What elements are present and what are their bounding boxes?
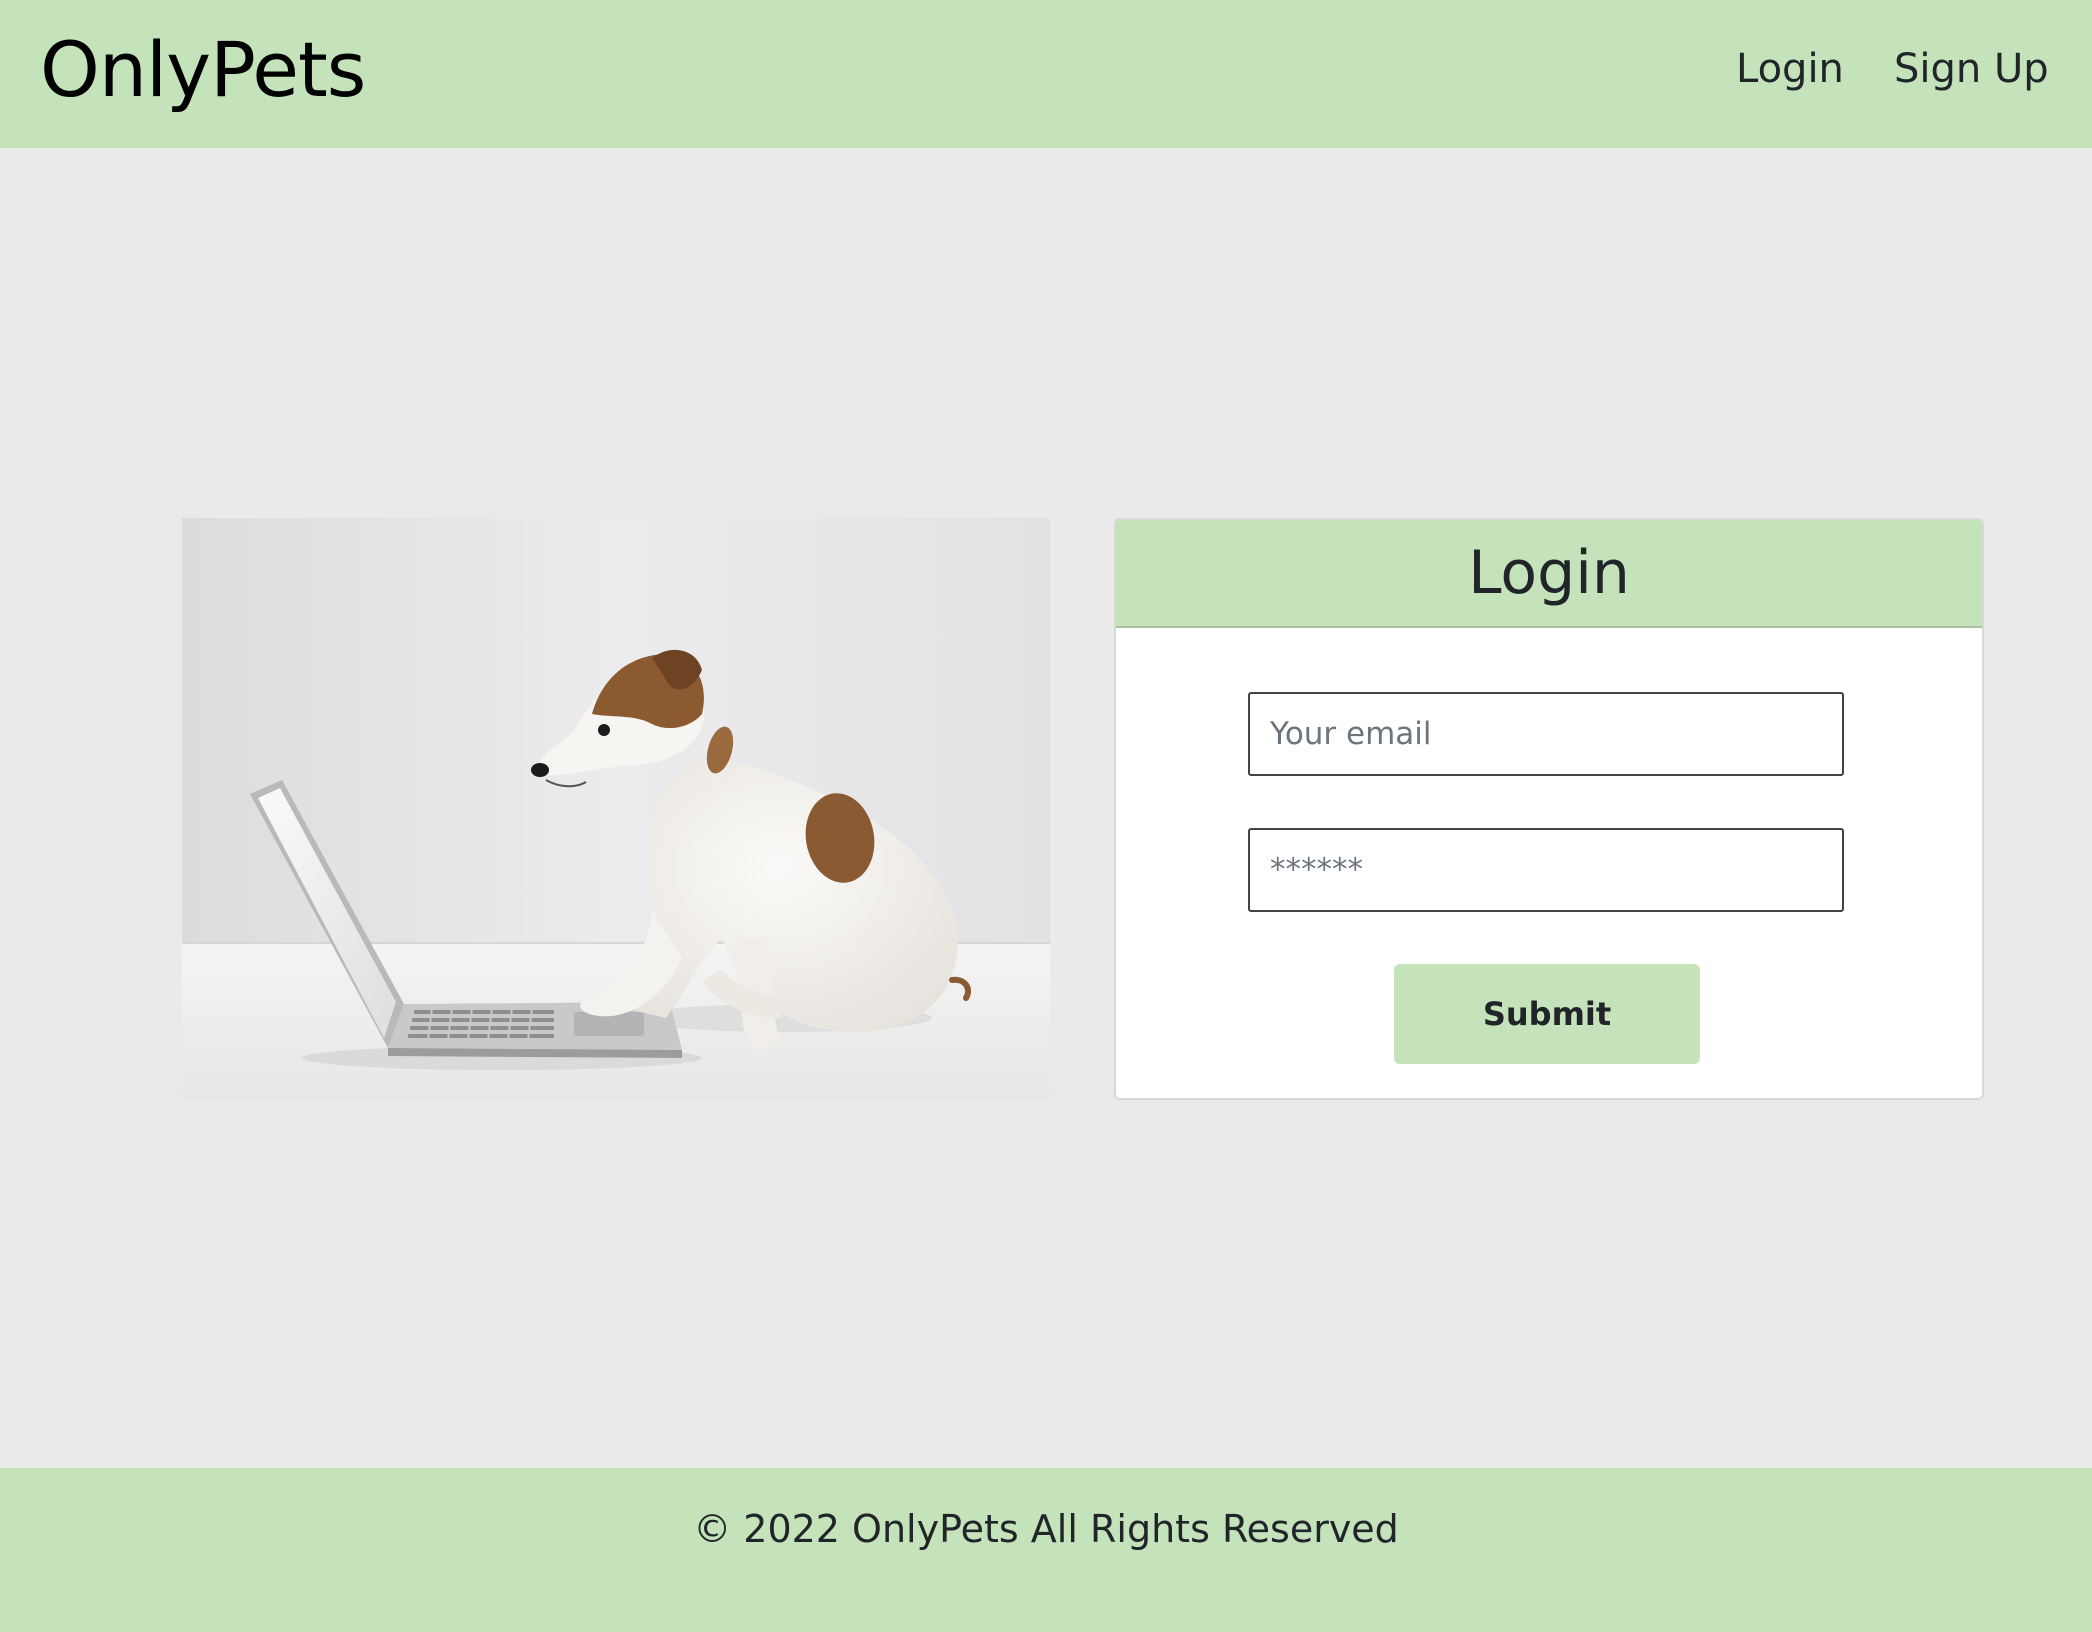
login-card-header: Login [1116, 520, 1982, 628]
nav-login-link[interactable]: Login [1736, 42, 1844, 96]
email-input[interactable] [1248, 692, 1844, 776]
copyright-text: © 2022 OnlyPets All Rights Reserved [693, 1507, 1399, 1551]
submit-button[interactable]: Submit [1394, 964, 1700, 1064]
brand-logo[interactable]: OnlyPets [40, 22, 366, 118]
top-navbar: OnlyPets Login Sign Up [0, 0, 2092, 148]
login-card: Login Submit [1114, 518, 1984, 1100]
login-title: Login [1468, 538, 1630, 608]
footer: © 2022 OnlyPets All Rights Reserved [0, 1468, 2092, 1632]
password-input[interactable] [1248, 828, 1844, 912]
dog-laptop-image [182, 518, 1050, 1098]
nav-signup-link[interactable]: Sign Up [1894, 42, 2049, 96]
